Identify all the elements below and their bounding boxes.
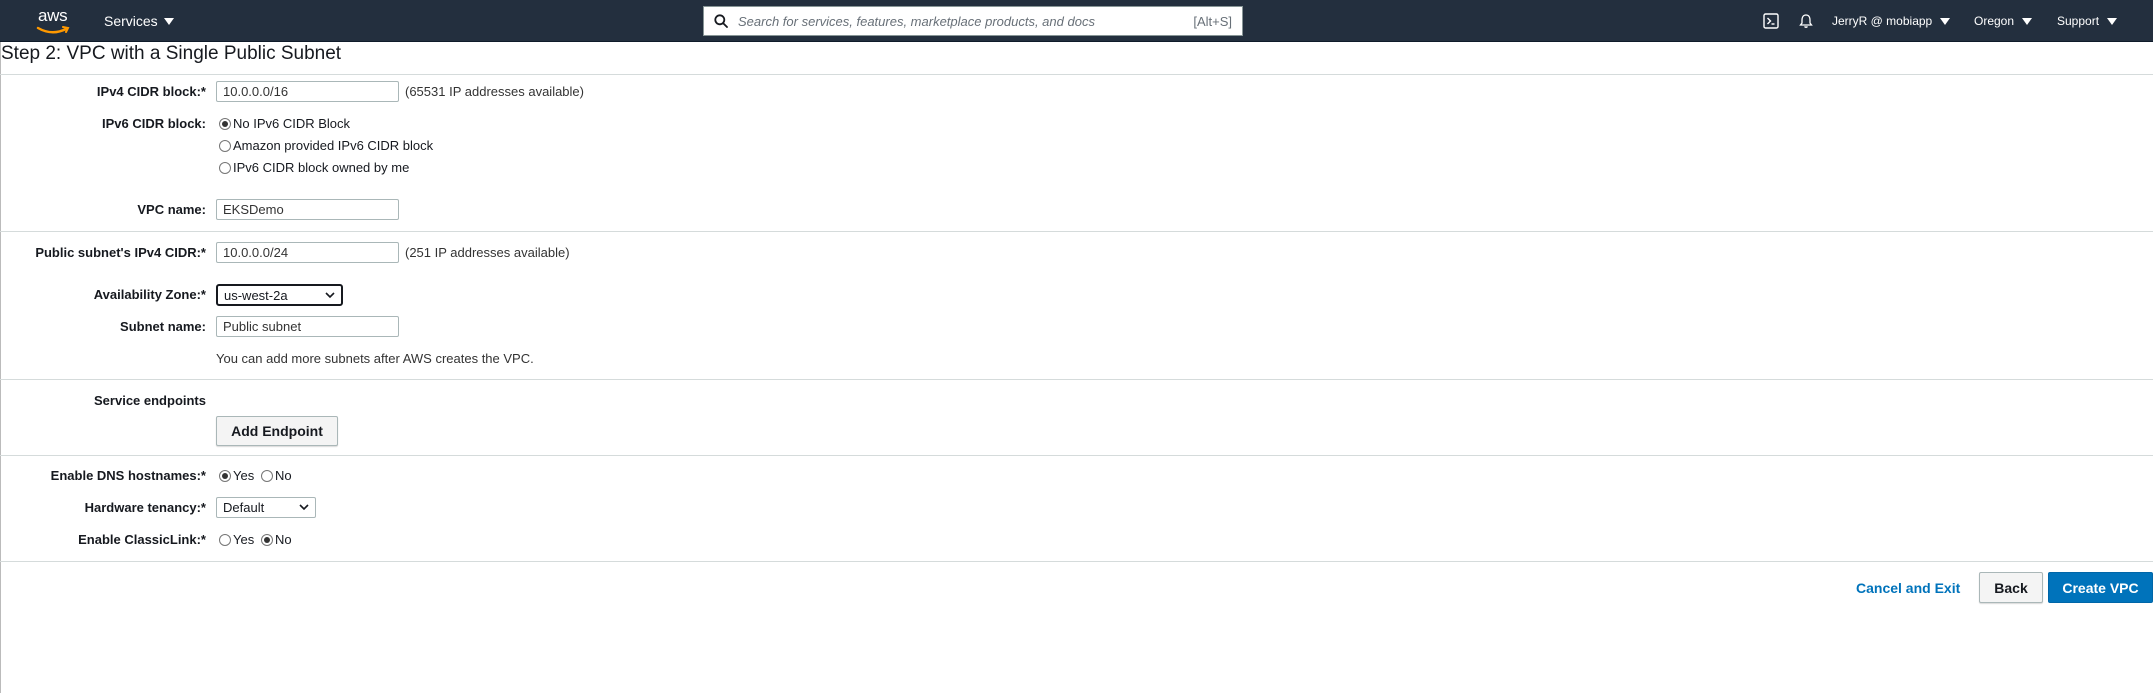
ipv6-option-amazon[interactable]: Amazon provided IPv6 CIDR block bbox=[219, 138, 433, 153]
radio-button[interactable] bbox=[261, 533, 273, 546]
classiclink-yes-label: Yes bbox=[233, 532, 255, 547]
top-navigation-bar: aws Services [Alt+S] JerryR @ mobia bbox=[0, 0, 2153, 42]
add-endpoint-button[interactable]: Add Endpoint bbox=[216, 416, 338, 446]
ipv6-option-owned-label: IPv6 CIDR block owned by me bbox=[233, 160, 410, 175]
public-subnet-cidr-input[interactable] bbox=[216, 242, 399, 263]
caret-down-icon bbox=[2107, 17, 2118, 25]
radio-button[interactable] bbox=[219, 533, 231, 546]
chevron-down-icon bbox=[325, 292, 335, 299]
chevron-down-icon bbox=[299, 504, 309, 511]
account-label: JerryR @ mobiapp bbox=[1832, 14, 1933, 28]
cloudshell-button[interactable] bbox=[1763, 0, 1779, 42]
vpc-name-input[interactable] bbox=[216, 199, 399, 220]
caret-down-icon bbox=[1940, 17, 1951, 25]
dns-hostnames-no-label: No bbox=[275, 468, 292, 483]
divider bbox=[0, 379, 2153, 380]
aws-logo-text: aws bbox=[38, 6, 68, 25]
classiclink-label: Enable ClassicLink:* bbox=[78, 532, 206, 547]
classiclink-no-label: No bbox=[275, 532, 292, 547]
subnet-name-input[interactable] bbox=[216, 316, 399, 337]
dns-hostnames-label: Enable DNS hostnames:* bbox=[50, 468, 206, 483]
vpc-name-label: VPC name: bbox=[137, 202, 206, 217]
services-menu[interactable]: Services bbox=[104, 13, 174, 29]
caret-down-icon bbox=[2022, 17, 2033, 25]
ipv6-option-none-label: No IPv6 CIDR Block bbox=[233, 116, 351, 131]
availability-zone-label: Availability Zone:* bbox=[93, 287, 206, 302]
cancel-and-exit-link[interactable]: Cancel and Exit bbox=[1856, 580, 1960, 596]
radio-button[interactable] bbox=[219, 139, 231, 152]
hardware-tenancy-select[interactable]: Default bbox=[216, 497, 316, 518]
search-input[interactable] bbox=[738, 13, 1194, 29]
ipv4-cidr-label: IPv4 CIDR block:* bbox=[96, 84, 206, 99]
divider bbox=[0, 231, 2153, 232]
region-label: Oregon bbox=[1974, 14, 2015, 28]
back-button[interactable]: Back bbox=[1979, 572, 2043, 603]
services-label: Services bbox=[104, 13, 158, 29]
ipv6-option-none[interactable]: No IPv6 CIDR Block bbox=[219, 116, 350, 131]
radio-button[interactable] bbox=[261, 469, 273, 482]
radio-button[interactable] bbox=[219, 161, 231, 174]
radio-button[interactable] bbox=[219, 469, 231, 482]
divider bbox=[0, 561, 2153, 562]
account-menu[interactable]: JerryR @ mobiapp bbox=[1832, 14, 1951, 28]
search-shortcut-hint: [Alt+S] bbox=[1193, 13, 1232, 29]
hardware-tenancy-value: Default bbox=[223, 500, 265, 515]
dns-hostnames-yes[interactable]: Yes bbox=[219, 468, 254, 483]
page-title: Step 2: VPC with a Single Public Subnet bbox=[1, 43, 342, 64]
public-subnet-availability: (251 IP addresses available) bbox=[405, 245, 570, 260]
ipv4-cidr-input[interactable] bbox=[216, 81, 399, 102]
ipv6-option-amazon-label: Amazon provided IPv6 CIDR block bbox=[233, 138, 434, 153]
support-label: Support bbox=[2057, 14, 2100, 28]
radio-button[interactable] bbox=[219, 117, 231, 130]
notifications-button[interactable] bbox=[1798, 0, 1814, 42]
dns-hostnames-no[interactable]: No bbox=[261, 468, 292, 483]
bell-icon bbox=[1799, 14, 1813, 28]
search-bar[interactable]: [Alt+S] bbox=[703, 6, 1243, 36]
aws-logo[interactable]: aws bbox=[36, 4, 74, 38]
public-subnet-cidr-label: Public subnet's IPv4 CIDR:* bbox=[35, 245, 206, 260]
divider bbox=[0, 74, 2153, 75]
aws-smile-icon bbox=[36, 26, 70, 34]
cloudshell-icon bbox=[1763, 13, 1779, 29]
classiclink-no[interactable]: No bbox=[261, 532, 292, 547]
divider bbox=[0, 455, 2153, 456]
search-icon bbox=[714, 14, 728, 28]
create-vpc-button[interactable]: Create VPC bbox=[2048, 572, 2153, 603]
subnet-hint: You can add more subnets after AWS creat… bbox=[216, 351, 534, 366]
classiclink-yes[interactable]: Yes bbox=[219, 532, 254, 547]
support-menu[interactable]: Support bbox=[2057, 14, 2118, 28]
ipv4-cidr-availability: (65531 IP addresses available) bbox=[405, 84, 584, 99]
ipv6-option-owned[interactable]: IPv6 CIDR block owned by me bbox=[219, 160, 409, 175]
hardware-tenancy-label: Hardware tenancy:* bbox=[84, 500, 206, 515]
ipv6-cidr-label: IPv6 CIDR block: bbox=[101, 116, 206, 131]
service-endpoints-label: Service endpoints bbox=[94, 393, 206, 408]
availability-zone-value: us-west-2a bbox=[224, 287, 288, 303]
dns-hostnames-yes-label: Yes bbox=[233, 468, 255, 483]
availability-zone-select[interactable]: us-west-2a bbox=[216, 284, 343, 306]
caret-down-icon bbox=[163, 17, 174, 25]
page-left-border bbox=[0, 42, 1, 693]
region-menu[interactable]: Oregon bbox=[1974, 14, 2033, 28]
subnet-name-label: Subnet name: bbox=[120, 319, 206, 334]
